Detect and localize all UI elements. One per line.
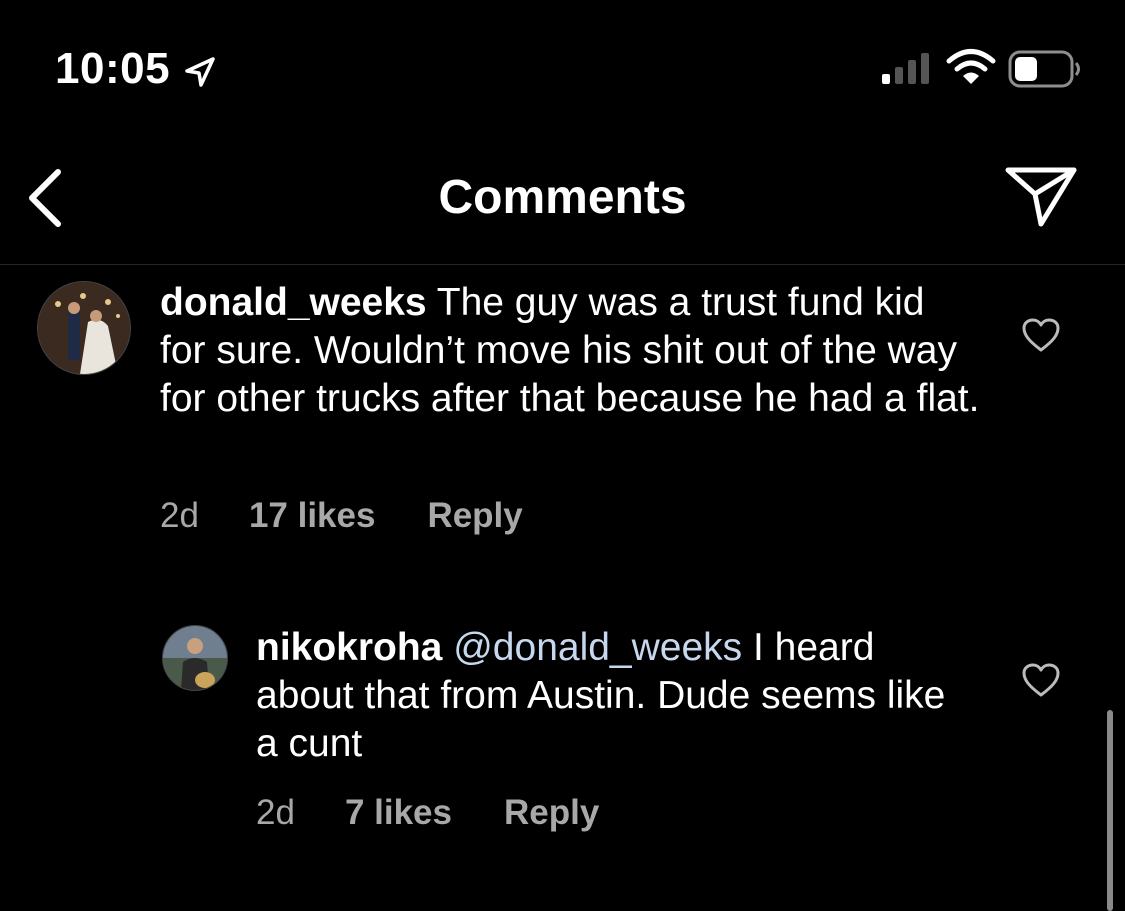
status-bar: 10:05 <box>0 0 1125 140</box>
cellular-signal-icon <box>882 53 929 84</box>
location-arrow-icon <box>185 57 215 87</box>
comment-body: nikokroha @donald_weeks I heard about th… <box>256 624 976 768</box>
reply-button[interactable]: Reply <box>504 792 599 834</box>
wifi-icon <box>946 49 996 84</box>
like-heart-icon[interactable] <box>1021 317 1061 353</box>
comment-username[interactable]: donald_weeks <box>160 281 427 324</box>
comment-likes[interactable]: 7 likes <box>345 792 452 834</box>
comment-meta: 2d 7 likes Reply <box>256 792 599 834</box>
battery-icon <box>1008 50 1080 88</box>
avatar[interactable] <box>162 625 228 691</box>
page-title: Comments <box>438 171 687 224</box>
reply-comment: nikokroha @donald_weeks I heard about th… <box>0 610 1125 870</box>
comments-header: Comments <box>0 140 1125 265</box>
like-heart-icon[interactable] <box>1021 662 1061 698</box>
comment-timestamp: 2d <box>256 793 295 832</box>
reply-button[interactable]: Reply <box>427 495 522 537</box>
avatar-photo <box>163 626 227 690</box>
comment-likes[interactable]: 17 likes <box>249 495 376 537</box>
avatar-photo <box>38 282 130 374</box>
comment-body: donald_weeks The guy was a trust fund ki… <box>160 279 980 423</box>
comment-username[interactable]: nikokroha <box>256 626 442 669</box>
mention-link[interactable]: @donald_weeks <box>453 626 742 669</box>
send-icon[interactable] <box>1004 164 1078 230</box>
status-time: 10:05 <box>55 44 171 93</box>
scrollbar[interactable] <box>1107 710 1113 911</box>
avatar[interactable] <box>37 281 131 375</box>
comment: donald_weeks The guy was a trust fund ki… <box>0 265 1125 565</box>
comment-meta: 2d 17 likes Reply <box>160 495 523 537</box>
comment-timestamp: 2d <box>160 496 199 535</box>
